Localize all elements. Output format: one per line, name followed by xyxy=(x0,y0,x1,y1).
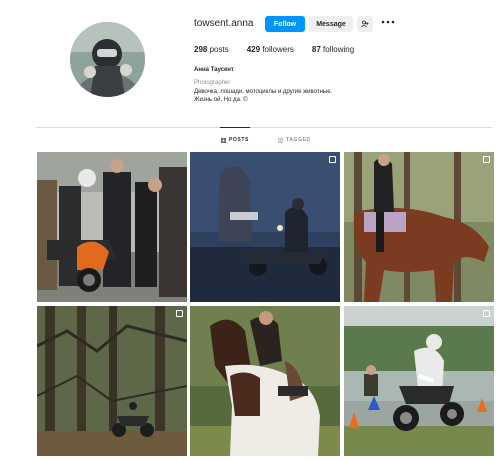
add-person-icon xyxy=(361,20,369,28)
tab-posts[interactable]: POSTS xyxy=(221,137,249,143)
profile-avatar[interactable] xyxy=(70,22,145,97)
suggest-similar-button[interactable] xyxy=(357,16,373,32)
following-stat[interactable]: 87 following xyxy=(312,45,354,54)
profile-stats: 298 posts 429 followers 87 following xyxy=(194,45,372,54)
more-options-icon xyxy=(381,20,395,24)
grid-icon xyxy=(221,137,226,143)
followers-label: followers xyxy=(262,45,294,54)
following-count: 87 xyxy=(311,45,321,54)
tab-tagged[interactable]: TAGGED xyxy=(278,137,311,143)
post-thumbnail[interactable] xyxy=(37,306,187,456)
multi-image-icon xyxy=(176,310,183,317)
tabs-divider xyxy=(36,127,492,128)
message-button[interactable]: Message xyxy=(309,16,353,32)
multi-image-icon xyxy=(483,310,490,317)
profile-category: Photographer xyxy=(194,80,231,86)
profile-username: towsent.anna xyxy=(194,18,254,29)
posts-count: 298 xyxy=(194,45,208,54)
more-options-button[interactable] xyxy=(381,17,395,29)
profile-bio-line: Девочка, лошади, мотоциклы и другие живо… xyxy=(194,89,333,95)
post-thumbnail[interactable] xyxy=(190,306,340,456)
tag-icon xyxy=(278,137,283,143)
tab-posts-label: POSTS xyxy=(229,137,249,143)
followers-stat[interactable]: 429 followers xyxy=(247,45,294,54)
post-thumbnail[interactable] xyxy=(37,152,187,302)
multi-image-icon xyxy=(483,156,490,163)
following-label: following xyxy=(323,45,355,54)
multi-image-icon xyxy=(329,156,336,163)
follow-button[interactable]: Follow xyxy=(265,16,305,32)
followers-count: 429 xyxy=(246,45,261,54)
tab-tagged-label: TAGGED xyxy=(286,137,311,143)
post-thumbnail[interactable] xyxy=(190,152,340,302)
posts-label: posts xyxy=(209,45,229,54)
post-thumbnail[interactable] xyxy=(344,306,494,456)
post-thumbnail[interactable] xyxy=(344,152,494,302)
active-tab-indicator xyxy=(220,127,250,128)
posts-stat: 298 posts xyxy=(194,45,229,54)
profile-bio-line: Жизнь ой. Но да. © xyxy=(194,97,248,103)
profile-full-name: Анна Таусент xyxy=(194,67,234,73)
